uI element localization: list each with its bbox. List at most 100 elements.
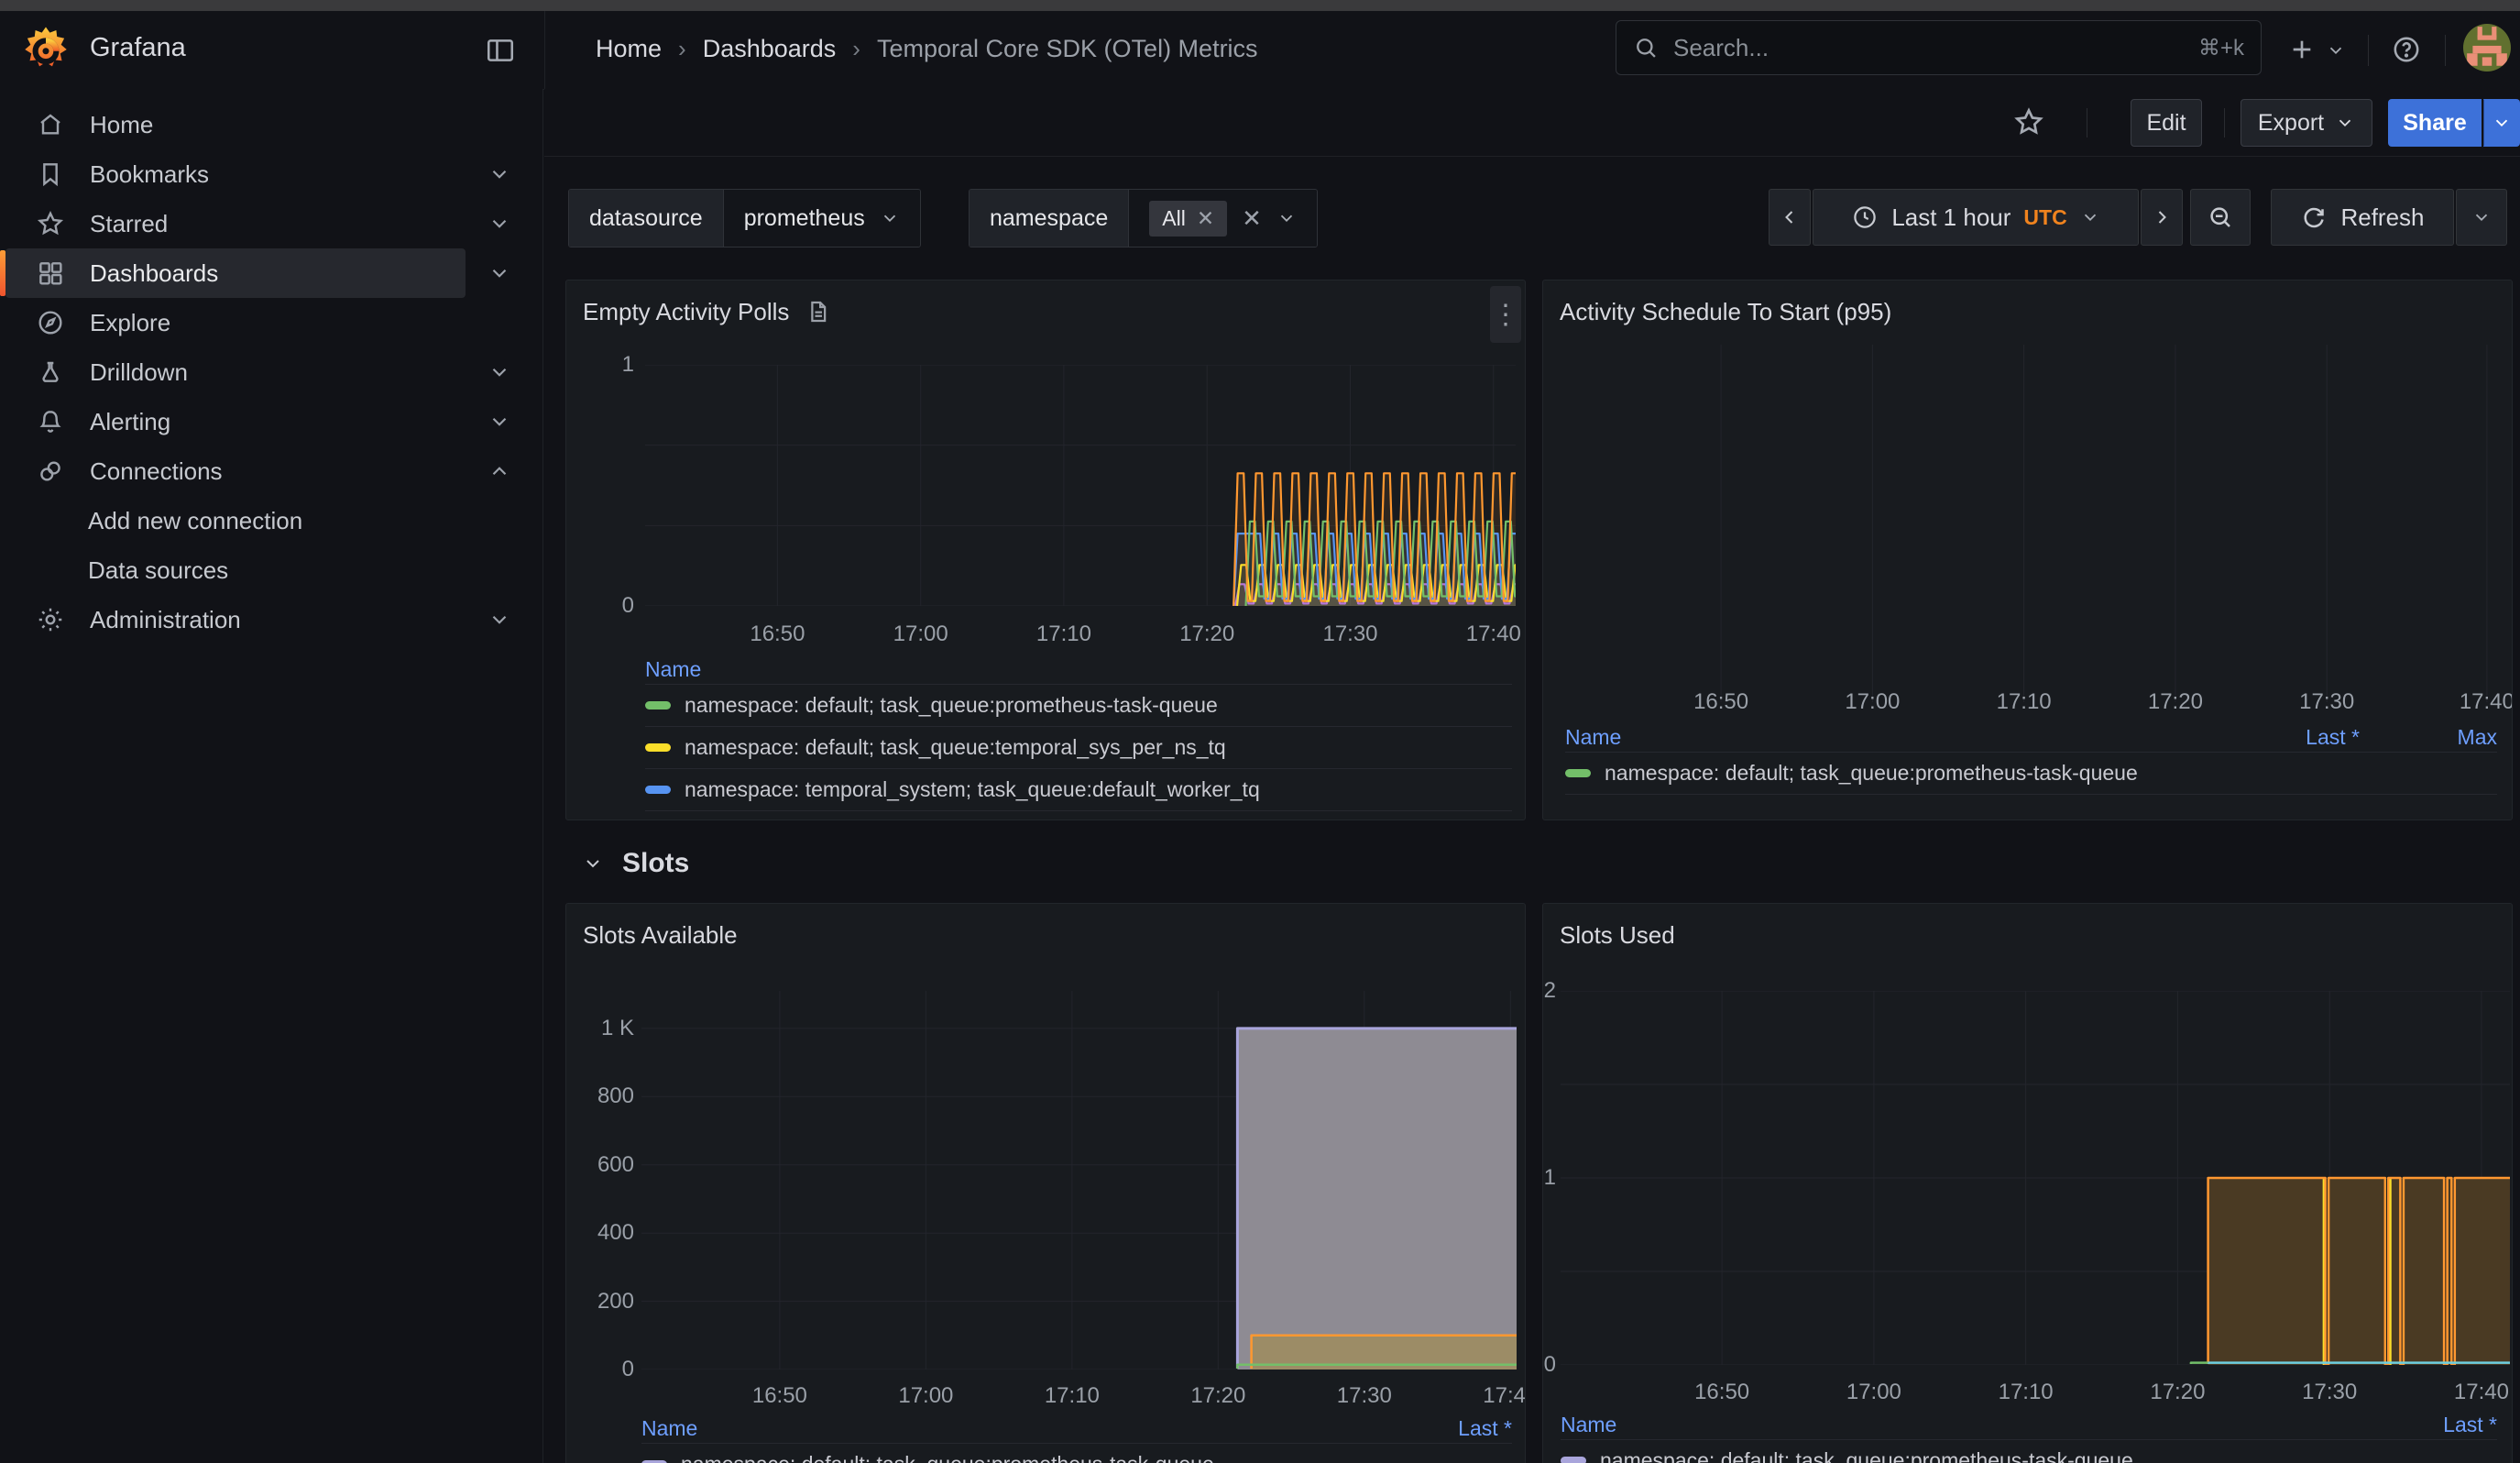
- series-color-pill: [645, 743, 671, 752]
- namespace-picker[interactable]: All ✕ ✕: [1128, 190, 1317, 247]
- grafana-logo-icon[interactable]: [20, 24, 71, 75]
- timeseries-chart[interactable]: [1561, 991, 2510, 1365]
- clear-all-icon[interactable]: ✕: [1242, 204, 1262, 233]
- breadcrumb-home[interactable]: Home: [596, 35, 662, 63]
- add-new-chevron[interactable]: [2324, 38, 2348, 62]
- header-divider: [2368, 35, 2369, 66]
- timeseries-chart[interactable]: [645, 365, 1516, 606]
- breadcrumb-dashboards[interactable]: Dashboards: [703, 35, 837, 63]
- legend-column-name[interactable]: Name: [641, 1416, 1375, 1441]
- datasource-picker[interactable]: prometheus: [723, 190, 920, 247]
- legend: NameLast * namespace: default; task_queue…: [1561, 1410, 2497, 1463]
- sidebar-item-label: Home: [90, 111, 153, 139]
- sidebar-item-add-new-connection[interactable]: Add new connection: [5, 496, 466, 545]
- sidebar-item-bookmarks[interactable]: Bookmarks: [5, 149, 466, 199]
- namespace-tag[interactable]: All ✕: [1149, 201, 1227, 236]
- actions-divider: [2224, 108, 2225, 138]
- x-tick-label: 16:50: [1693, 689, 1748, 715]
- series-name: namespace: default; task_queue:prometheu…: [1605, 761, 2222, 786]
- sidebar-nav: Home Bookmarks Starred Dashboards: [0, 89, 543, 1463]
- timeseries-chart[interactable]: [641, 991, 1517, 1370]
- edit-button[interactable]: Edit: [2131, 99, 2202, 147]
- chevron-down-icon: [2326, 40, 2346, 60]
- sidebar-item-dashboards[interactable]: Dashboards: [5, 248, 466, 298]
- export-button[interactable]: Export: [2241, 99, 2372, 147]
- chevron-down-icon[interactable]: [488, 212, 511, 236]
- legend-column-value[interactable]: Last *: [2222, 725, 2360, 750]
- sidebar-item-data-sources[interactable]: Data sources: [5, 545, 466, 595]
- bookmark-icon: [36, 160, 65, 189]
- y-tick-label: 2: [1544, 978, 1556, 1004]
- chevron-down-icon: [582, 852, 604, 874]
- row-section-slots[interactable]: Slots: [582, 848, 689, 879]
- x-tick-label: 17:30: [2302, 1380, 2357, 1405]
- user-avatar[interactable]: [2463, 24, 2511, 72]
- chevron-down-icon[interactable]: [488, 608, 511, 632]
- legend-row[interactable]: namespace: default; task_queue:prometheu…: [1561, 1440, 2497, 1463]
- series-color-pill: [1561, 1457, 1586, 1463]
- sidebar-item-explore[interactable]: Explore: [5, 298, 466, 347]
- zoom-out-button[interactable]: [2190, 189, 2251, 246]
- search-box[interactable]: ⌘+k: [1616, 20, 2262, 75]
- chevron-up-icon[interactable]: [488, 459, 511, 483]
- share-menu-button[interactable]: [2483, 99, 2520, 147]
- legend-row[interactable]: namespace: default; task_queue:prometheu…: [645, 685, 1512, 727]
- refresh-icon: [2300, 204, 2328, 231]
- panel-header[interactable]: Empty Activity Polls: [583, 292, 1508, 332]
- x-tick-label: 17:00: [1846, 1380, 1901, 1405]
- star-dashboard-button[interactable]: [2007, 100, 2051, 144]
- panel-menu-button[interactable]: ⋮: [1490, 286, 1521, 343]
- sidebar-row-explore: Explore: [0, 298, 542, 347]
- help-button[interactable]: [2388, 31, 2425, 68]
- kebab-icon: ⋮: [1492, 299, 1519, 331]
- sidebar-row-add-new-connection: Add new connection: [0, 496, 542, 545]
- avatar-pixel-art: [2463, 24, 2511, 72]
- time-range-picker[interactable]: Last 1 hour UTC: [1813, 189, 2139, 246]
- add-new-button[interactable]: [2284, 31, 2320, 68]
- y-axis: 10: [566, 365, 634, 606]
- timeseries-chart[interactable]: [1552, 345, 2511, 702]
- legend-column-value[interactable]: Last *: [1375, 1416, 1512, 1441]
- remove-tag-icon[interactable]: ✕: [1197, 206, 1214, 231]
- sidebar-row-home: Home: [0, 100, 542, 149]
- legend-column-name[interactable]: Name: [645, 657, 1512, 682]
- x-tick-label: 17:30: [1322, 622, 1377, 647]
- sidebar-item-alerting[interactable]: Alerting: [5, 397, 466, 446]
- sidebar-item-label: Explore: [90, 309, 170, 337]
- x-axis: 16:5017:0017:1017:2017:3017:40: [645, 622, 1516, 647]
- legend-column-value[interactable]: Last *: [2360, 1413, 2497, 1437]
- x-tick-label: 17:10: [1045, 1383, 1100, 1409]
- panel-header[interactable]: Activity Schedule To Start (p95): [1560, 292, 2495, 332]
- sidebar-item-starred[interactable]: Starred: [5, 199, 466, 248]
- chevron-down-icon[interactable]: [488, 162, 511, 186]
- datasource-variable: datasource prometheus: [568, 189, 921, 248]
- legend-column-value[interactable]: Max: [2360, 725, 2497, 750]
- legend-column-name[interactable]: Name: [1565, 725, 2222, 750]
- series-color-pill: [645, 701, 671, 710]
- chevron-down-icon: [2335, 113, 2355, 133]
- legend-row[interactable]: namespace: default; task_queue:prometheu…: [641, 1444, 1512, 1463]
- chevron-down-icon[interactable]: [488, 261, 511, 285]
- legend-row[interactable]: namespace: default; task_queue:temporal_…: [645, 727, 1512, 769]
- panel-header[interactable]: Slots Used: [1560, 915, 2495, 955]
- legend-row[interactable]: namespace: temporal_system; task_queue:d…: [645, 769, 1512, 811]
- sidebar-item-drilldown[interactable]: Drilldown: [5, 347, 466, 397]
- time-forward-button[interactable]: [2141, 189, 2183, 246]
- sidebar-item-connections[interactable]: Connections: [5, 446, 466, 496]
- chevron-down-icon[interactable]: [488, 360, 511, 384]
- refresh-button[interactable]: Refresh: [2271, 189, 2454, 246]
- chevron-down-icon[interactable]: [488, 410, 511, 434]
- panel-description-icon[interactable]: [804, 298, 831, 325]
- refresh-interval-button[interactable]: [2456, 189, 2507, 246]
- legend-column-name[interactable]: Name: [1561, 1413, 2360, 1437]
- share-button[interactable]: Share: [2388, 99, 2482, 147]
- sidebar-item-home[interactable]: Home: [5, 100, 466, 149]
- sidebar-item-administration[interactable]: Administration: [5, 595, 466, 644]
- legend-row[interactable]: namespace: default; task_queue:prometheu…: [1565, 753, 2497, 795]
- search-input[interactable]: [1671, 33, 2186, 63]
- panel-title: Empty Activity Polls: [583, 298, 789, 326]
- panel-header[interactable]: Slots Available: [583, 915, 1508, 955]
- sidebar-item-label: Dashboards: [90, 259, 218, 288]
- sidebar-toggle-icon[interactable]: [482, 33, 519, 68]
- time-back-button[interactable]: [1769, 189, 1811, 246]
